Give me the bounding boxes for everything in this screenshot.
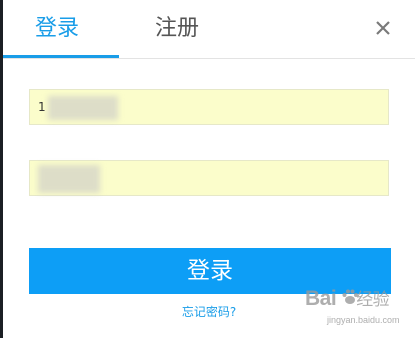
baidu-jingyan-watermark: Bai 经验 jingyan.baidu.com <box>305 283 415 333</box>
redacted-username <box>48 96 118 120</box>
password-field[interactable] <box>29 160 389 196</box>
login-dialog: 登录 注册 1 登录 忘记密码? Bai 经验 jingyan.baidu.com <box>3 0 415 338</box>
close-button[interactable] <box>371 16 395 40</box>
tab-bar: 登录 注册 <box>3 0 415 59</box>
tab-register[interactable]: 注册 <box>155 14 199 44</box>
active-tab-indicator <box>3 55 119 58</box>
username-field[interactable]: 1 <box>29 89 389 125</box>
redacted-password <box>38 165 100 193</box>
close-icon <box>376 21 390 35</box>
username-value: 1 <box>38 100 46 114</box>
tab-login[interactable]: 登录 <box>35 14 79 44</box>
watermark-url: jingyan.baidu.com <box>327 315 400 325</box>
paw-icon <box>342 289 358 304</box>
